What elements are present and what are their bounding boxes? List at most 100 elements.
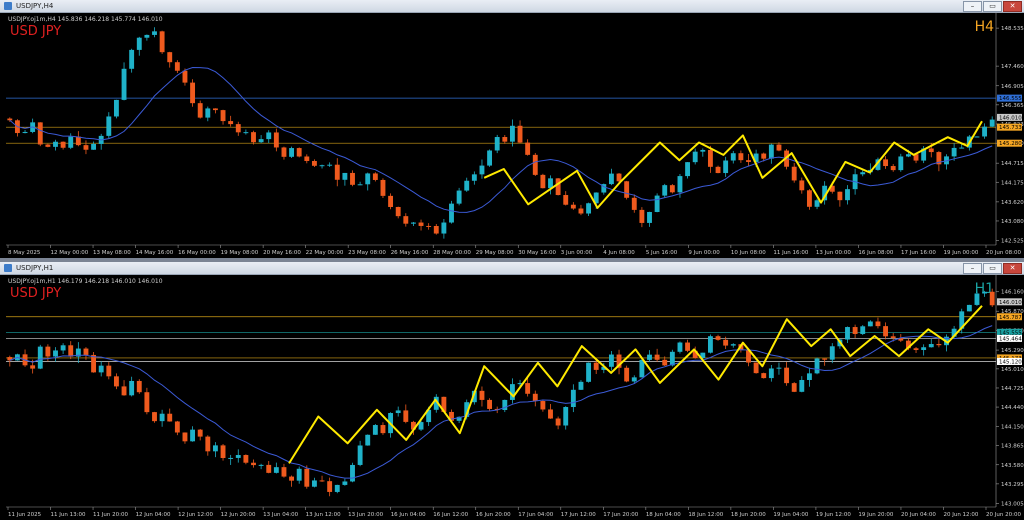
- candle-body: [129, 49, 135, 69]
- candle-body: [167, 52, 173, 63]
- time-tick-label: 13 May 08:00: [93, 250, 131, 256]
- close-button[interactable]: ✕: [1003, 263, 1022, 274]
- candle-body: [418, 222, 424, 226]
- time-tick-label: 19 Jun 12:00: [816, 512, 851, 518]
- time-tick-label: 20 Jun 12:00: [943, 512, 978, 518]
- candle-body: [487, 150, 493, 166]
- candle-body: [746, 160, 751, 162]
- close-button[interactable]: ✕: [1003, 1, 1022, 12]
- minimize-button[interactable]: –: [963, 263, 982, 274]
- minimize-button[interactable]: –: [963, 1, 982, 12]
- candle-body: [342, 481, 348, 485]
- candle-body: [251, 132, 256, 143]
- candle-body: [723, 339, 729, 346]
- price-tag-label: 146.010: [999, 115, 1022, 121]
- candle-body: [936, 344, 942, 346]
- candle-body: [608, 173, 614, 185]
- candle-body: [357, 445, 363, 465]
- candle-body: [928, 344, 934, 348]
- time-tick-label: 20 May 16:00: [263, 250, 301, 256]
- price-tick-label: 146.365: [1001, 103, 1024, 109]
- price-tick-label: 147.460: [1001, 64, 1024, 70]
- price-tag-label: 146.555: [999, 96, 1022, 102]
- candle-body: [319, 165, 325, 167]
- candle-body: [471, 174, 477, 181]
- window-titlebar[interactable]: USDJPY,H1 – ▭ ✕: [0, 262, 1024, 275]
- candle-body: [311, 480, 317, 487]
- candle-body: [365, 434, 371, 446]
- candle-body: [570, 204, 576, 209]
- candle-body: [388, 195, 394, 207]
- candle-body: [959, 147, 965, 149]
- candle-body: [624, 181, 630, 198]
- candle-body: [403, 216, 409, 224]
- time-tick-label: 19 Jun 04:00: [773, 512, 808, 518]
- candle-body: [776, 367, 782, 369]
- restore-button[interactable]: ▭: [983, 1, 1002, 12]
- candle-body: [806, 190, 812, 207]
- candle-body: [144, 34, 150, 38]
- candle-body: [829, 346, 835, 360]
- candle-body: [578, 208, 584, 214]
- chart-window-h1[interactable]: USDJPY,H1 – ▭ ✕ USDJPY.oj1m,H1 146.179 1…: [0, 262, 1024, 520]
- candle-body: [167, 413, 173, 422]
- candle-body: [91, 143, 97, 150]
- candle-body: [106, 116, 112, 136]
- candle-body: [890, 336, 896, 338]
- candle-body: [791, 383, 797, 392]
- time-tick-label: 11 Jun 20:00: [93, 512, 128, 518]
- moving-average-line: [9, 66, 993, 213]
- candle-body: [136, 380, 142, 393]
- candle-body: [235, 455, 241, 458]
- candle-body: [441, 222, 447, 234]
- price-tag-label: 145.120: [999, 359, 1022, 365]
- candle-body: [806, 373, 812, 380]
- candle-body: [212, 445, 218, 452]
- time-tick-label: 16 Jun 12:00: [433, 512, 468, 518]
- candle-body: [273, 467, 279, 473]
- candle-body: [715, 336, 721, 340]
- candle-body: [68, 345, 74, 357]
- candle-body: [197, 429, 203, 437]
- candle-body: [296, 468, 302, 481]
- price-tick-label: 142.525: [1001, 239, 1024, 245]
- candle-body: [677, 176, 683, 193]
- candle-body: [989, 291, 995, 306]
- price-tick-label: 143.005: [1001, 501, 1024, 507]
- time-tick-label: 20 Jun 20:00: [986, 512, 1021, 518]
- time-tick-label: 18 Jun 04:00: [646, 512, 681, 518]
- restore-button[interactable]: ▭: [983, 263, 1002, 274]
- time-tick-label: 9 Jun 00:00: [688, 250, 720, 256]
- candle-body: [266, 464, 272, 473]
- candle-body: [761, 153, 767, 159]
- price-tick-label: 145.010: [1001, 367, 1024, 373]
- price-chart-h4[interactable]: USDJPY.oj1m,H4 145.836 146.218 145.774 1…: [0, 13, 1024, 258]
- candle-body: [479, 390, 485, 400]
- candle-body: [685, 162, 691, 177]
- window-titlebar[interactable]: USDJPY,H4 – ▭ ✕: [0, 0, 1024, 13]
- candle-body: [334, 484, 340, 492]
- chart-window-icon: [4, 264, 12, 272]
- symbol-label: USD JPY: [10, 286, 61, 301]
- symbol-label: USD JPY: [10, 24, 61, 39]
- candle-body: [837, 191, 843, 201]
- candle-body: [243, 132, 249, 134]
- candle-body: [304, 156, 310, 161]
- candle-body: [190, 429, 196, 442]
- price-chart-h1[interactable]: USDJPY.oj1m,H1 146.179 146.218 146.010 1…: [0, 275, 1024, 520]
- candle-body: [928, 148, 934, 153]
- candle-body: [327, 164, 333, 166]
- candle-body: [814, 358, 820, 374]
- candle-body: [98, 365, 104, 373]
- candle-body: [304, 468, 310, 487]
- candle-body: [631, 197, 637, 210]
- chart-window-h4[interactable]: USDJPY,H4 – ▭ ✕ USDJPY.oj1m,H4 145.836 1…: [0, 0, 1024, 258]
- candle-body: [647, 354, 652, 360]
- price-tick-label: 146.905: [1001, 84, 1024, 90]
- candle-body: [433, 225, 439, 234]
- price-tick-label: 143.295: [1001, 482, 1024, 488]
- candle-body: [37, 122, 43, 145]
- candle-body: [867, 321, 873, 327]
- candle-body: [243, 455, 249, 463]
- candle-body: [159, 413, 165, 422]
